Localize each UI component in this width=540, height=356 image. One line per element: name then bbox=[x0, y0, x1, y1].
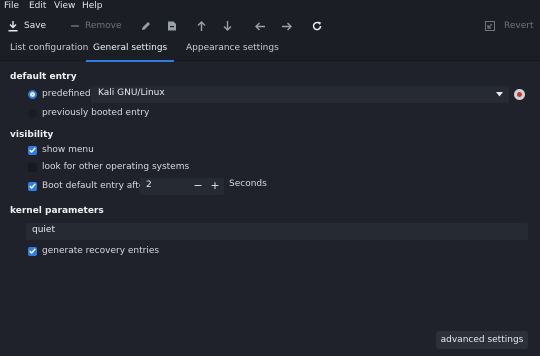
revert-label: Revert bbox=[504, 21, 534, 31]
menubar: File Edit View Help bbox=[0, 0, 540, 14]
add-entry-button[interactable] bbox=[167, 14, 177, 38]
predefined-label: predefined: bbox=[42, 89, 94, 99]
download-icon bbox=[8, 20, 18, 31]
arrow-left-icon bbox=[255, 22, 265, 30]
arrow-up-icon bbox=[197, 21, 206, 31]
default-entry-heading: default entry bbox=[10, 72, 77, 82]
record-icon bbox=[517, 92, 522, 97]
recovery-label: generate recovery entries bbox=[42, 246, 160, 256]
predefined-radio[interactable] bbox=[28, 89, 37, 99]
menu-edit[interactable]: Edit bbox=[29, 1, 46, 11]
visibility-heading: visibility bbox=[10, 130, 54, 140]
chevron-down-icon bbox=[496, 92, 503, 97]
boot-after-option[interactable]: Boot default entry after bbox=[28, 179, 148, 193]
show-menu-label: show menu bbox=[42, 145, 94, 155]
timeout-increment-button[interactable]: + bbox=[207, 178, 223, 195]
timeout-decrement-button[interactable]: − bbox=[190, 178, 206, 195]
default-entry-value: Kali GNU/Linux bbox=[98, 88, 165, 98]
move-up-button[interactable] bbox=[197, 14, 206, 38]
tab-general-settings[interactable]: General settings bbox=[86, 38, 175, 62]
pencil-icon bbox=[142, 22, 150, 30]
arrow-down-icon bbox=[223, 21, 232, 31]
show-menu-option[interactable]: show menu bbox=[28, 143, 94, 157]
move-right-button[interactable] bbox=[282, 14, 292, 38]
remove-label: Remove bbox=[85, 21, 122, 31]
menu-help[interactable]: Help bbox=[82, 1, 103, 11]
remove-default-entry-button[interactable] bbox=[514, 89, 525, 100]
save-button[interactable]: Save bbox=[8, 14, 46, 38]
move-down-button[interactable] bbox=[223, 14, 232, 38]
check-icon bbox=[29, 248, 36, 254]
menu-view[interactable]: View bbox=[54, 1, 75, 11]
arrow-right-icon bbox=[282, 22, 292, 30]
default-entry-select[interactable]: Kali GNU/Linux bbox=[91, 86, 509, 103]
edit-button[interactable] bbox=[141, 14, 151, 38]
previous-label: previously booted entry bbox=[42, 108, 150, 118]
other-os-checkbox[interactable] bbox=[28, 162, 37, 172]
tab-appearance-settings[interactable]: Appearance settings bbox=[186, 38, 279, 60]
refresh-icon bbox=[312, 21, 322, 31]
revert-icon bbox=[485, 21, 495, 31]
timeout-unit-label: Seconds bbox=[229, 179, 267, 189]
kernel-parameters-input[interactable]: quiet bbox=[26, 223, 528, 240]
check-icon bbox=[29, 147, 36, 153]
advanced-settings-button[interactable]: advanced settings bbox=[436, 331, 528, 349]
remove-button[interactable]: Remove bbox=[71, 14, 122, 38]
other-os-option[interactable]: look for other operating systems bbox=[28, 160, 189, 174]
previous-option[interactable]: previously booted entry bbox=[28, 106, 149, 120]
recovery-option[interactable]: generate recovery entries bbox=[28, 244, 159, 258]
move-left-button[interactable] bbox=[255, 14, 265, 38]
menu-file[interactable]: File bbox=[4, 1, 19, 11]
predefined-option[interactable]: predefined: bbox=[28, 87, 94, 101]
timeout-value[interactable]: 2 bbox=[146, 180, 152, 190]
timeout-spinbox[interactable]: 2 − + bbox=[140, 178, 224, 195]
boot-after-checkbox[interactable] bbox=[28, 181, 37, 191]
other-os-label: look for other operating systems bbox=[42, 162, 190, 172]
kernel-parameters-value: quiet bbox=[32, 225, 55, 235]
revert-button[interactable]: Revert bbox=[485, 14, 533, 38]
recovery-checkbox[interactable] bbox=[28, 246, 37, 256]
document-icon bbox=[168, 21, 176, 31]
previous-radio[interactable] bbox=[28, 108, 37, 118]
kernel-parameters-heading: kernel parameters bbox=[10, 206, 104, 216]
reload-button[interactable] bbox=[312, 14, 322, 38]
check-icon bbox=[29, 183, 36, 189]
tab-list-configuration[interactable]: List configuration bbox=[10, 38, 88, 60]
save-label: Save bbox=[24, 21, 47, 31]
minus-icon bbox=[71, 25, 79, 27]
show-menu-checkbox[interactable] bbox=[28, 145, 37, 155]
boot-after-label: Boot default entry after bbox=[42, 181, 149, 191]
toolbar: Save Remove Revert bbox=[0, 14, 540, 38]
tab-bar: List configuration General settings Appe… bbox=[0, 38, 540, 62]
